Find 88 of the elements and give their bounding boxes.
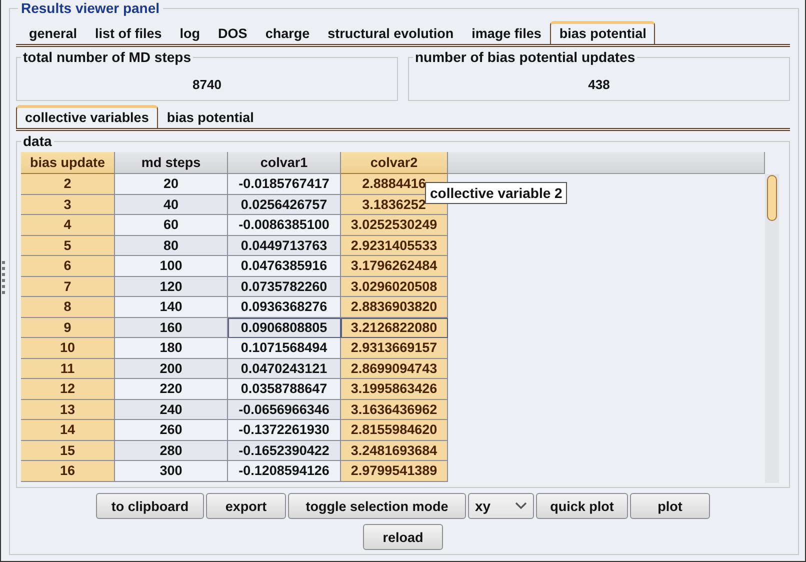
chevron-down-icon — [515, 502, 527, 510]
table-cell: 0.0358788647 — [228, 379, 341, 400]
column-header[interactable]: colvar1 — [228, 152, 341, 174]
table-cell: 140 — [115, 297, 228, 318]
table-cell: 280 — [115, 440, 228, 461]
tab[interactable]: structural evolution — [318, 23, 463, 44]
table-cell: 6 — [21, 256, 115, 276]
tab[interactable]: list of files — [86, 23, 171, 44]
table-cell: -0.0185767417 — [228, 174, 341, 194]
action-button[interactable]: plot — [630, 493, 710, 519]
action-button[interactable]: export — [206, 493, 286, 519]
table-cell: 2.9799541389 — [341, 461, 448, 482]
table-cell: 16 — [21, 461, 115, 482]
table-cell: 11 — [21, 358, 115, 379]
table-cell: 120 — [115, 276, 228, 297]
table-cell: 3.1796262484 — [341, 256, 448, 276]
group-title: total number of MD steps — [21, 49, 194, 65]
tab[interactable]: bias potential — [550, 21, 656, 44]
table-cell: 60 — [115, 215, 228, 236]
table-cell: 80 — [115, 236, 228, 256]
table-cell: 0.0476385916 — [228, 256, 341, 276]
table-cell: 9 — [21, 318, 115, 338]
group-title: data — [21, 133, 54, 149]
table-cell: 3.2126822080 — [341, 318, 448, 338]
table-cell: 2.8155984620 — [341, 420, 448, 440]
table-cell: 40 — [115, 194, 228, 215]
table-cell: 0.0470243121 — [228, 358, 341, 379]
table-cell: 3.0252530249 — [341, 215, 448, 236]
tab[interactable]: log — [170, 23, 210, 44]
table-cell: 2.8836903820 — [341, 297, 448, 318]
table-cell: -0.0656966346 — [228, 400, 341, 420]
table-cell: 0.0449713763 — [228, 236, 341, 256]
column-header[interactable]: md steps — [115, 152, 228, 174]
tab[interactable]: bias potential — [158, 107, 263, 128]
table-cell: 4 — [21, 215, 115, 236]
panel-title: Results viewer panel — [18, 0, 163, 16]
table-cell: -0.1208594126 — [228, 461, 341, 482]
table-cell: 0.1071568494 — [228, 338, 341, 358]
table-cell: 3 — [21, 194, 115, 215]
table-cell: 2.9313669157 — [341, 338, 448, 358]
table-cell: 220 — [115, 379, 228, 400]
table-cell: 3.2481693684 — [341, 440, 448, 461]
table-cell: 100 — [115, 256, 228, 276]
group-title: number of bias potential updates — [413, 49, 638, 65]
table-cell: 240 — [115, 400, 228, 420]
plot-type-dropdown[interactable]: xy — [468, 493, 534, 519]
table-cell: 300 — [115, 461, 228, 482]
action-button[interactable]: toggle selection mode — [288, 493, 466, 519]
table-cell: 13 — [21, 400, 115, 420]
tab[interactable]: DOS — [209, 23, 256, 44]
column-header[interactable]: bias update — [21, 152, 115, 174]
table-cell: 7 — [21, 276, 115, 297]
tab[interactable]: image files — [462, 23, 550, 44]
table-cell: 0.0936368276 — [228, 297, 341, 318]
table-cell: 2.8699094743 — [341, 358, 448, 379]
table-cell: 3.0296020508 — [341, 276, 448, 297]
tab[interactable]: general — [20, 23, 86, 44]
summary-value: 438 — [588, 77, 610, 92]
table-cell: 180 — [115, 338, 228, 358]
table-cell: 5 — [21, 236, 115, 256]
table-cell: 0.0906808805 — [228, 318, 341, 338]
table-cell: 12 — [21, 379, 115, 400]
scrollbar[interactable] — [765, 174, 779, 483]
reload-button[interactable]: reload — [363, 524, 443, 550]
table-cell: 260 — [115, 420, 228, 440]
table-cell: -0.1652390422 — [228, 440, 341, 461]
tab[interactable]: charge — [256, 23, 319, 44]
table-cell: 20 — [115, 174, 228, 194]
table-cell: -0.0086385100 — [228, 215, 341, 236]
table-cell: 3.1636436962 — [341, 400, 448, 420]
table-cell: -0.1372261930 — [228, 420, 341, 440]
action-button[interactable]: quick plot — [536, 493, 628, 519]
resize-grip-icon[interactable] — [2, 260, 6, 296]
table-cell: 0.0256426757 — [228, 194, 341, 215]
table-cell: 8 — [21, 297, 115, 318]
action-button[interactable]: to clipboard — [96, 493, 204, 519]
table-cell: 10 — [21, 338, 115, 358]
column-header[interactable]: colvar2 — [341, 152, 448, 174]
table-cell: 160 — [115, 318, 228, 338]
tab[interactable]: collective variables — [16, 105, 158, 128]
table-cell: 2.9231405533 — [341, 236, 448, 256]
table-cell: 200 — [115, 358, 228, 379]
summary-value: 8740 — [192, 77, 222, 92]
table-cell: 3.1995863426 — [341, 379, 448, 400]
table-cell: 15 — [21, 440, 115, 461]
table-cell: 14 — [21, 420, 115, 440]
table-cell: 0.0735782260 — [228, 276, 341, 297]
table-cell: 2 — [21, 174, 115, 194]
